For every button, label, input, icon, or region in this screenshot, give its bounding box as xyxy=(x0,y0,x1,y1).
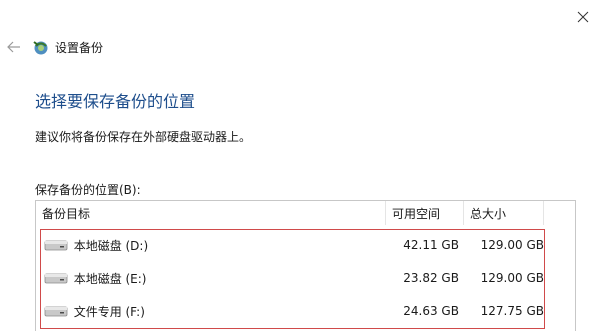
close-button[interactable] xyxy=(560,0,606,34)
drive-total-size: 129.00 GB xyxy=(480,271,544,285)
drive-name: 文件专用 (F:) xyxy=(73,304,145,319)
nav-title: 设置备份 xyxy=(55,40,104,55)
drive-icon xyxy=(44,237,70,253)
close-icon xyxy=(577,11,589,23)
list-item[interactable]: 文件专用 (F:) 24.63 GB 127.75 GB xyxy=(41,295,544,327)
page-heading: 选择要保存备份的位置 xyxy=(35,92,196,111)
list-item[interactable]: 本地磁盘 (D:) 42.11 GB 129.00 GB xyxy=(41,229,544,261)
drive-icon xyxy=(44,270,70,286)
instruction-text: 建议你将备份保存在外部硬盘驱动器上。 xyxy=(35,130,252,144)
list-item[interactable]: 本地磁盘 (E:) 23.82 GB 129.00 GB xyxy=(41,262,544,294)
column-header-free-space[interactable]: 可用空间 xyxy=(386,201,464,225)
drive-total-size: 129.00 GB xyxy=(480,238,544,252)
navigation-bar: 设置备份 xyxy=(0,36,103,58)
back-arrow-icon xyxy=(7,41,20,53)
backup-location-label: 保存备份的位置(B): xyxy=(35,183,141,197)
backup-setup-window: 设置备份 选择要保存备份的位置 建议你将备份保存在外部硬盘驱动器上。 保存备份的… xyxy=(0,0,606,331)
backup-location-list[interactable]: 备份目标 可用空间 总大小 本地磁盘 (D:) 42.11 GB 129.00 … xyxy=(35,200,576,331)
column-header-total-size[interactable]: 总大小 xyxy=(464,201,544,225)
drive-name: 本地磁盘 (E:) xyxy=(73,271,147,286)
column-header-target[interactable]: 备份目标 xyxy=(36,201,386,225)
drive-free-space: 24.63 GB xyxy=(403,304,459,318)
drive-free-space: 42.11 GB xyxy=(403,238,459,252)
back-button[interactable] xyxy=(2,36,26,58)
list-header: 备份目标 可用空间 总大小 xyxy=(36,201,575,225)
drive-free-space: 23.82 GB xyxy=(403,271,459,285)
drive-name: 本地磁盘 (D:) xyxy=(73,238,149,253)
backup-icon xyxy=(32,38,50,56)
drive-total-size: 127.75 GB xyxy=(480,304,544,318)
drive-icon xyxy=(44,303,70,319)
